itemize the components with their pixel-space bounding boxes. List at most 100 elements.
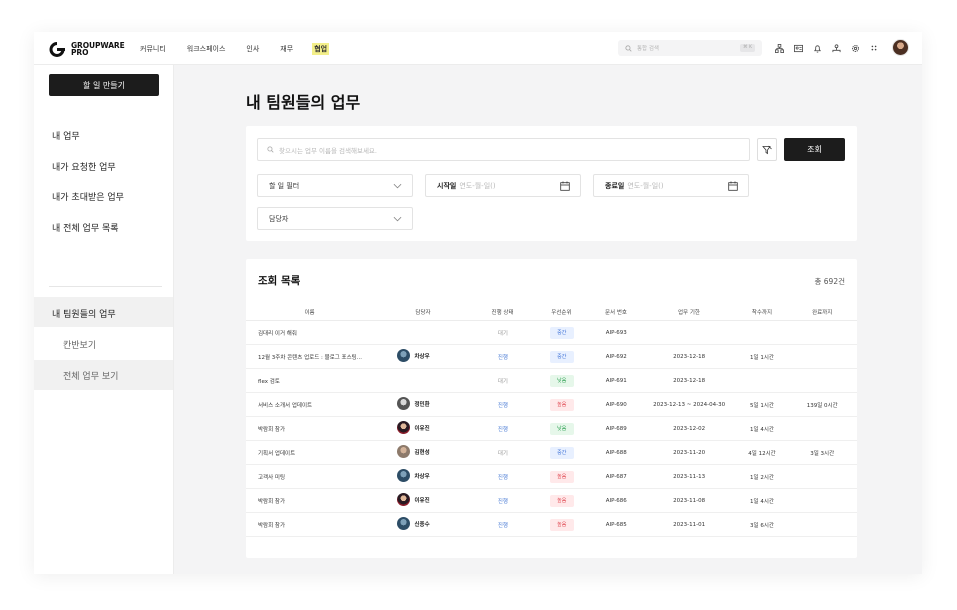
sidebar-divider: [49, 286, 162, 287]
col-header-assignee[interactable]: 담당자: [373, 308, 473, 316]
assignee-name: 정민환: [414, 401, 430, 408]
org-chart-icon[interactable]: [772, 41, 786, 55]
table-row[interactable]: 기획서 업데이트 김현성 대기 중간 AIP-688 2023-11-20 4일 12시간 3…: [246, 441, 857, 465]
table-row[interactable]: flex 검토 대기 낮음 AIP-691 2023-12-18: [246, 369, 857, 393]
doc-number: AIP-687: [605, 473, 627, 480]
search-placeholder: 통합 검색: [637, 46, 659, 52]
assignee-cell: 이유진: [374, 421, 474, 436]
priority-cell: 높음: [533, 470, 591, 483]
priority-cell: 낮음: [533, 374, 591, 387]
result-list-panel: 조회 목록 총 692건 이름 담당자 진행 상태 우선순위 문서 번호 업무 …: [246, 259, 857, 558]
col-header-due-period[interactable]: 업무 기한: [641, 308, 736, 316]
sidebar-item-all-team-tasks[interactable]: 전체 업무 보기: [63, 369, 118, 382]
apps-grid-icon[interactable]: [867, 41, 881, 55]
global-search[interactable]: 통합 검색 ⌘ K: [618, 40, 762, 56]
table-row[interactable]: 박람회 참가 이유진 진행 높음 AIP-686 2023-11-08 1일 4시간: [246, 489, 857, 513]
table-row[interactable]: 박람회 참가 이유진 진행 낮음 AIP-689 2023-12-02 1일 4시간: [246, 417, 857, 441]
end-date-field[interactable]: 종료일 연도-월-일(): [593, 174, 749, 197]
due-period: 2023-12-18: [673, 353, 706, 360]
task-name: 박람회 참가: [258, 426, 286, 433]
nav-collaboration[interactable]: 협업: [312, 42, 330, 55]
priority-cell: 높음: [533, 398, 591, 411]
status-text: 대기: [497, 330, 508, 337]
sidebar-item-team-tasks[interactable]: 내 팀원들의 업무: [52, 307, 116, 320]
status-text: 진행: [497, 402, 508, 409]
col-header-priority[interactable]: 우선순위: [532, 308, 590, 316]
task-filter-select[interactable]: 할 일 필터: [257, 174, 413, 197]
task-name: 서비스 소개서 업데이트: [258, 402, 313, 409]
status-text: 진행: [497, 498, 508, 505]
logo-text: GROUPWARE PRO: [71, 41, 125, 57]
until-end: 139일 0시간: [806, 402, 838, 409]
priority-cell: 낮음: [533, 422, 591, 435]
logo[interactable]: GROUPWARE PRO: [47, 40, 125, 58]
task-name: 김대리 이거 해줘: [258, 330, 297, 337]
table-row[interactable]: 12월 3주차 콘텐츠 업로드 : 블로그 포스팅... 차상우 진행 중간 AIP-6…: [246, 345, 857, 369]
contacts-icon[interactable]: [791, 41, 805, 55]
avatar: [397, 421, 411, 434]
col-header-until-end[interactable]: 완료까지: [787, 308, 857, 316]
priority-cell: 중간: [533, 350, 591, 363]
assignee-name: 이유진: [414, 425, 430, 432]
assignee-cell: 신종수: [374, 517, 474, 532]
priority-cell: 중간: [533, 446, 591, 459]
keyword-search-input[interactable]: 찾으시는 업무 이름을 검색해보세요.: [257, 138, 750, 161]
nav-workspace[interactable]: 워크스페이스: [187, 44, 226, 54]
task-name: 12월 3주차 콘텐츠 업로드 : 블로그 포스팅...: [258, 354, 362, 361]
table-row[interactable]: 서비스 소개서 업데이트 정민환 진행 높음 AIP-690 2023-12-13 ~ 2…: [246, 393, 857, 417]
filter-panel: 찾으시는 업무 이름을 검색해보세요. 조회 할 일 필터 시작일 연도-월-일…: [246, 126, 857, 241]
nav-community[interactable]: 커뮤니티: [140, 44, 166, 54]
task-name: 박람회 참가: [258, 498, 286, 505]
team-icon[interactable]: [829, 41, 843, 55]
main-nav: 커뮤니티 워크스페이스 인사 재무 협업: [140, 32, 350, 65]
priority-cell: 중간: [533, 326, 591, 339]
priority-cell: 높음: [533, 518, 591, 531]
until-start: 1일 1시간: [750, 354, 774, 361]
col-header-until-start[interactable]: 착수까지: [737, 308, 788, 316]
calendar-icon[interactable]: [560, 181, 570, 191]
user-avatar[interactable]: [892, 39, 909, 56]
task-name: 기획서 업데이트: [258, 450, 296, 457]
calendar-icon[interactable]: [728, 181, 738, 191]
sidebar-item-all-my-tasks[interactable]: 내 전체 업무 목록: [52, 221, 119, 234]
notification-icon[interactable]: [810, 41, 824, 55]
start-date-field[interactable]: 시작일 연도-월-일(): [425, 174, 581, 197]
task-table: 이름 담당자 진행 상태 우선순위 문서 번호 업무 기한 착수까지 완료까지 …: [246, 303, 857, 537]
logo-line2: PRO: [71, 48, 89, 57]
priority-badge: 낮음: [549, 422, 574, 435]
assignee-label: 담당자: [269, 214, 289, 223]
query-button[interactable]: 조회: [784, 138, 845, 161]
due-period: 2023-12-02: [673, 425, 706, 432]
doc-number: AIP-686: [605, 497, 627, 504]
table-row[interactable]: 고객사 미팅 차상우 진행 높음 AIP-687 2023-11-13 1일 2시간: [246, 465, 857, 489]
new-task-button[interactable]: 할 일 만들기: [49, 74, 159, 96]
doc-number: AIP-691: [605, 377, 627, 384]
doc-number: AIP-693: [605, 329, 627, 336]
assignee-cell: 김현성: [374, 445, 474, 460]
priority-badge: 중간: [549, 350, 574, 363]
table-row[interactable]: 김대리 이거 해줘 대기 중간 AIP-693: [246, 321, 857, 345]
app-window: GROUPWARE PRO 커뮤니티 워크스페이스 인사 재무 협업 통합 검색…: [34, 32, 922, 574]
sidebar-item-requested[interactable]: 내가 요청한 업무: [52, 160, 116, 173]
assignee: 이유진: [397, 421, 449, 434]
col-header-doc-number[interactable]: 문서 번호: [591, 308, 642, 316]
assignee-select[interactable]: 담당자: [257, 207, 413, 230]
settings-icon[interactable]: [848, 41, 862, 55]
nav-hr[interactable]: 인사: [246, 44, 259, 54]
priority-badge: 높음: [549, 494, 574, 507]
assignee: 차상우: [397, 349, 449, 362]
sidebar-item-invited[interactable]: 내가 초대받은 업무: [52, 190, 124, 203]
status-text: 대기: [497, 450, 508, 457]
reset-filter-button[interactable]: [757, 138, 777, 161]
table-row[interactable]: 박람회 참가 신종수 진행 높음 AIP-685 2023-11-01 3일 6시간: [246, 513, 857, 537]
search-shortcut: ⌘ K: [740, 44, 755, 52]
doc-number: AIP-689: [605, 425, 627, 432]
col-header-name[interactable]: 이름: [246, 308, 373, 316]
nav-finance[interactable]: 재무: [280, 44, 293, 54]
end-date-label: 종료일: [605, 181, 625, 190]
col-header-status[interactable]: 진행 상태: [473, 308, 532, 316]
doc-number: AIP-690: [605, 401, 627, 408]
sidebar: 할 일 만들기 내 업무 내가 요청한 업무 내가 초대받은 업무 내 전체 업…: [34, 65, 174, 574]
sidebar-item-kanban[interactable]: 칸반보기: [63, 338, 96, 351]
sidebar-item-my-tasks[interactable]: 내 업무: [52, 129, 80, 142]
